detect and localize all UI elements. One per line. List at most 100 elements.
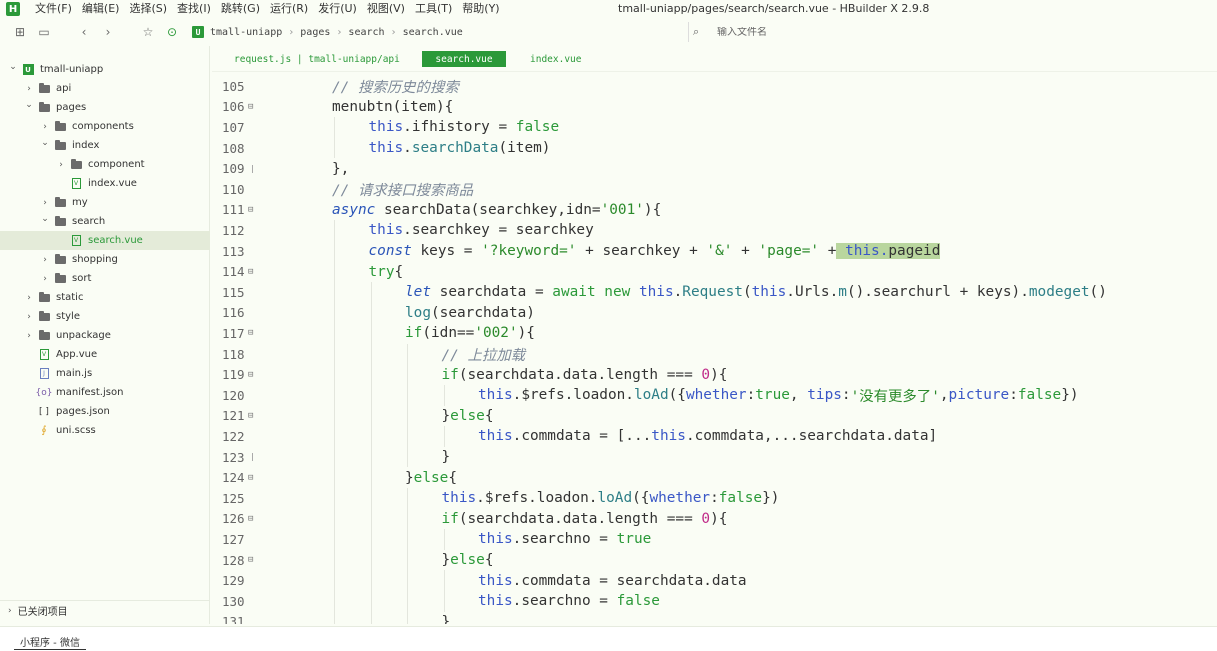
breadcrumb-item[interactable]: pages	[300, 27, 330, 38]
new-file-icon[interactable]: ⊞	[8, 21, 32, 43]
code-line[interactable]: this .commdata = searchdata.data	[478, 570, 747, 591]
file-tree-item[interactable]: Vindex.vue	[0, 174, 210, 193]
file-tree-item[interactable]: Jmain.js	[0, 364, 210, 383]
chevron-right-icon[interactable]: ›	[24, 331, 34, 341]
code-line[interactable]: }	[442, 612, 451, 624]
code-line[interactable]: this .$refs.loadon. loAd({whether: true, ti…	[478, 385, 1079, 406]
code-line[interactable]: if (searchdata.data.length === 0){	[442, 509, 728, 530]
code-line[interactable]: // 搜索历史的搜索	[332, 76, 459, 97]
hbuilder-logo-icon[interactable]: H	[6, 2, 20, 16]
fold-toggle-icon[interactable]: ⊟	[248, 370, 253, 380]
menu-item[interactable]: 查找(I)	[172, 0, 216, 18]
code-line[interactable]: this .$refs.loadon. loAd({whether: false})	[442, 488, 780, 509]
menu-item[interactable]: 运行(R)	[265, 0, 313, 18]
menu-item[interactable]: 视图(V)	[362, 0, 410, 18]
file-tree-item[interactable]: Vsearch.vue	[0, 231, 210, 250]
code-line[interactable]: } else{	[442, 550, 494, 571]
back-icon[interactable]: ‹	[72, 21, 96, 43]
file-tree-item[interactable]: V App.vue	[0, 345, 210, 364]
file-search-input[interactable]	[717, 26, 867, 38]
file-tree-item[interactable]: [ ] pages.json	[0, 402, 210, 421]
code-line[interactable]: if (idn== '002'){	[405, 323, 535, 344]
code-line[interactable]: this .commdata = [... this .commdata,...sea…	[478, 426, 937, 447]
chevron-right-icon[interactable]: ›	[56, 160, 66, 170]
code-line[interactable]: menubtn(item){	[332, 97, 453, 118]
tab-index-vue[interactable]: index.vue	[530, 51, 581, 67]
tab-search-vue[interactable]: search.vue	[422, 51, 506, 67]
fold-toggle-icon[interactable]: ⊟	[248, 205, 253, 215]
file-tree-item[interactable]: › my	[0, 193, 210, 212]
chevron-right-icon[interactable]: ›	[24, 312, 34, 322]
menu-item[interactable]: 跳转(G)	[216, 0, 265, 18]
fold-toggle-icon[interactable]: ⊟	[248, 514, 253, 524]
bookmark-star-icon[interactable]: ☆	[136, 21, 160, 43]
fold-toggle-icon[interactable]: ⊟	[248, 473, 253, 483]
file-tree-item[interactable]: › components	[0, 117, 210, 136]
breadcrumb-item[interactable]: tmall-uniapp	[210, 27, 282, 38]
file-tree-item[interactable]: ⌄ Utmall-uniapp	[0, 60, 210, 79]
menu-item[interactable]: 帮助(Y)	[457, 0, 504, 18]
file-tree-item[interactable]: › unpackage	[0, 326, 210, 345]
file-tree-item[interactable]: › shopping	[0, 250, 210, 269]
file-tree-item[interactable]: ⌄ index	[0, 136, 210, 155]
fold-toggle-icon[interactable]: ⊟	[248, 267, 253, 277]
run-icon[interactable]: ⊙	[160, 21, 184, 43]
code-line[interactable]: this .searchno = true	[478, 529, 651, 550]
code-line[interactable]: } else{	[405, 467, 457, 488]
fold-toggle-icon[interactable]: ⊟	[248, 555, 253, 565]
code-line[interactable]: this .searchno = false	[478, 591, 660, 612]
code-line[interactable]: if (searchdata.data.length === 0){	[442, 364, 728, 385]
code-line[interactable]: let searchdata = await new this. Request(…	[405, 282, 1107, 303]
code-line[interactable]: log (searchdata)	[405, 303, 535, 324]
code-line[interactable]: this .ifhistory = false	[369, 117, 560, 138]
chevron-right-icon[interactable]: ›	[40, 274, 50, 284]
chevron-right-icon[interactable]: ›	[24, 84, 34, 94]
chevron-right-icon[interactable]: ›	[24, 293, 34, 303]
file-tree-item[interactable]: › api	[0, 79, 210, 98]
file-search[interactable]: ⌕	[688, 22, 888, 42]
file-tree-item[interactable]: › component	[0, 155, 210, 174]
fold-toggle-icon[interactable]: ⊟	[248, 102, 253, 112]
code-area[interactable]: // 搜索历史的搜索 menubtn(item){this .ifhistory =…	[259, 74, 1217, 624]
code-line[interactable]: async searchData(searchkey,idn= '001'){	[332, 200, 661, 221]
code-line[interactable]: }	[442, 447, 451, 468]
forward-icon[interactable]: ›	[96, 21, 120, 43]
fold-toggle-icon[interactable]: ⊟	[248, 411, 253, 421]
chevron-down-icon[interactable]: ⌄	[8, 62, 18, 72]
file-tree-item[interactable]: ⌄ pages	[0, 98, 210, 117]
chevron-right-icon[interactable]: ›	[40, 255, 50, 265]
file-tree-item[interactable]: › style	[0, 307, 210, 326]
save-icon[interactable]: ▭	[32, 21, 56, 43]
file-tree-item[interactable]: ∮ uni.scss	[0, 421, 210, 440]
code-line[interactable]: this. searchData (item)	[369, 138, 551, 159]
breadcrumb-item[interactable]: search.vue	[403, 27, 463, 38]
file-tree-item[interactable]: {o} manifest.json	[0, 383, 210, 402]
menu-item[interactable]: 发行(U)	[313, 0, 362, 18]
code-line[interactable]: // 上拉加载	[442, 344, 526, 365]
file-search-icon[interactable]: ⌕	[693, 25, 707, 39]
file-tree-item[interactable]: › sort	[0, 269, 210, 288]
code-line[interactable]: this .searchkey = searchkey	[369, 220, 594, 241]
fold-toggle-icon[interactable]: ⊟	[248, 328, 253, 338]
chevron-right-icon[interactable]: ›	[8, 606, 12, 616]
code-line[interactable]: },	[332, 158, 349, 179]
file-tree-item[interactable]: › static	[0, 288, 210, 307]
code-line[interactable]: const keys = '?keyword=' + searchkey + '…	[369, 241, 941, 262]
chevron-down-icon[interactable]: ⌄	[40, 138, 50, 148]
console-tab-wechat-miniprogram[interactable]: 小程序 - 微信	[14, 634, 86, 650]
tab-request-js[interactable]: request.js | tmall-uniapp/api	[234, 51, 400, 67]
code-editor[interactable]: 105 106 ⊟ 107 108 109 110 111 ⊟ 112 113 114 ⊟ 115 116 1…	[212, 74, 1217, 624]
code-line[interactable]: // 请求接口搜索商品	[332, 179, 473, 200]
chevron-down-icon[interactable]: ⌄	[24, 100, 34, 110]
menu-item[interactable]: 选择(S)	[124, 0, 172, 18]
code-line[interactable]: try{	[369, 261, 404, 282]
code-line[interactable]: } else{	[442, 406, 494, 427]
closed-projects-section[interactable]: › 已关闭项目	[0, 600, 210, 620]
file-tree-item[interactable]: ⌄ search	[0, 212, 210, 231]
breadcrumb-item[interactable]: search	[348, 27, 384, 38]
chevron-right-icon[interactable]: ›	[40, 122, 50, 132]
menu-item[interactable]: 文件(F)	[30, 0, 77, 18]
menu-item[interactable]: 编辑(E)	[77, 0, 125, 18]
chevron-down-icon[interactable]: ⌄	[40, 214, 50, 224]
menu-item[interactable]: 工具(T)	[410, 0, 457, 18]
